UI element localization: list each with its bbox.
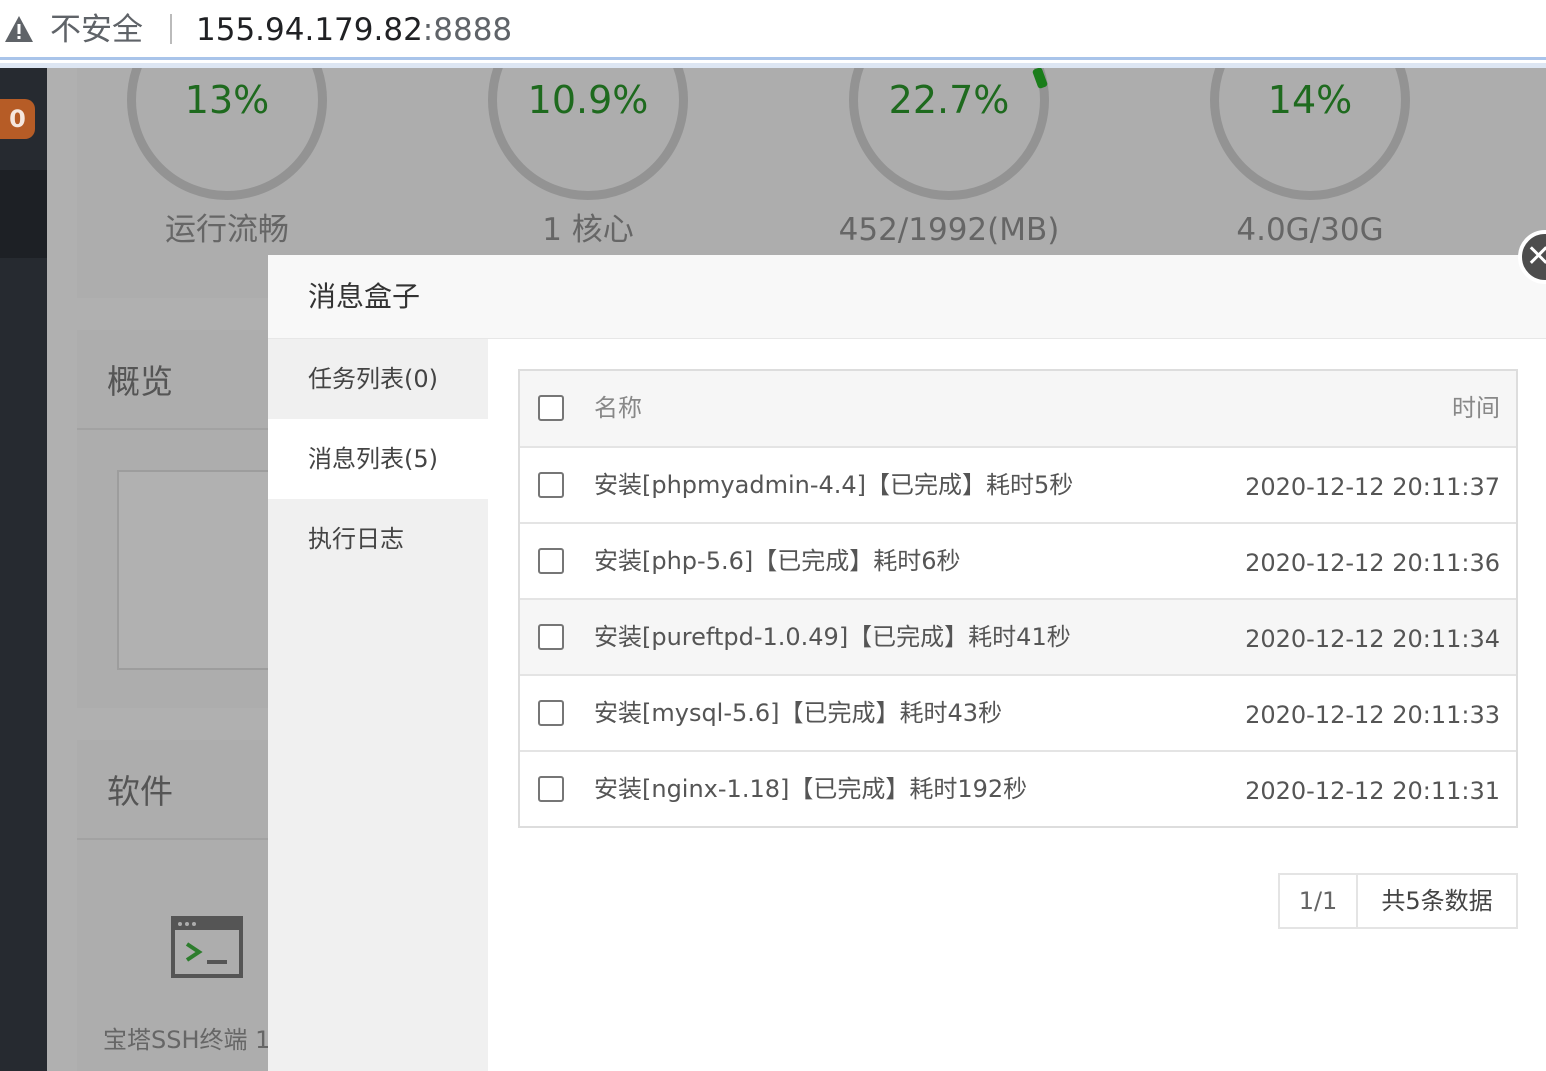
cpu-value: 10.9% [527,78,649,122]
row-name: 安装[mysql-5.6]【已完成】耗时43秒 [594,699,1003,727]
column-header-time[interactable]: 时间 [1452,371,1500,447]
table-row[interactable]: 安装[php-5.6]【已完成】耗时6秒 2020-12-12 20:11:36 [520,522,1516,598]
ssh-terminal-label[interactable]: 宝塔SSH终端 1 [103,1020,270,1055]
close-icon: ✕ [1526,239,1546,274]
url-port: :8888 [422,12,513,48]
message-table: 名称 时间 安装[phpmyadmin-4.4]【已完成】耗时5秒 2020-1… [518,369,1518,828]
pagination: 1/1 共5条数据 [1278,873,1518,929]
row-name: 安装[phpmyadmin-4.4]【已完成】耗时5秒 [594,471,1074,499]
table-header-row: 名称 时间 [520,371,1516,446]
url-text[interactable]: 155.94.179.82:8888 [196,10,512,50]
row-checkbox[interactable] [538,548,564,574]
table-row[interactable]: 安装[phpmyadmin-4.4]【已完成】耗时5秒 2020-12-12 2… [520,446,1516,522]
column-header-name[interactable]: 名称 [594,371,642,447]
row-name: 安装[pureftpd-1.0.49]【已完成】耗时41秒 [594,623,1071,651]
load-value: 13% [184,78,270,122]
disk-value: 14% [1267,78,1353,122]
url-host: 155.94.179.82 [196,12,423,48]
row-name: 安装[nginx-1.18]【已完成】耗时192秒 [594,775,1028,803]
cpu-label: 1 核心 [542,212,634,248]
warning-icon[interactable] [4,14,34,44]
tab-task-list[interactable]: 任务列表(0) [268,339,488,419]
overview-title: 概览 [107,362,173,401]
dialog-nav: 任务列表(0) 消息列表(5) 执行日志 [268,339,488,1071]
tab-execution-log[interactable]: 执行日志 [268,499,488,579]
address-separator [170,14,172,44]
security-label[interactable]: 不安全 [50,10,143,50]
memory-value: 22.7% [888,78,1010,122]
tab-message-list[interactable]: 消息列表(5) [268,419,488,499]
table-row[interactable]: 安装[pureftpd-1.0.49]【已完成】耗时41秒 2020-12-12… [520,598,1516,674]
disk-label: 4.0G/30G [1236,212,1384,248]
row-time: 2020-12-12 20:11:37 [1245,473,1500,501]
page-indicator[interactable]: 1/1 [1280,875,1358,927]
row-checkbox[interactable] [538,472,564,498]
row-time: 2020-12-12 20:11:33 [1245,701,1500,729]
dialog-header: 消息盒子 [268,255,1546,339]
sidebar-active-item[interactable] [0,170,47,258]
table-row[interactable]: 安装[mysql-5.6]【已完成】耗时43秒 2020-12-12 20:11… [520,674,1516,750]
sidebar: 0 [0,68,47,1071]
notification-badge[interactable]: 0 [0,99,35,139]
message-box-dialog: 消息盒子 任务列表(0) 消息列表(5) 执行日志 名称 时间 安装[phpmy… [268,255,1546,1071]
record-count: 共5条数据 [1381,887,1493,915]
software-title: 软件 [107,772,173,811]
row-checkbox[interactable] [538,624,564,650]
table-row[interactable]: 安装[nginx-1.18]【已完成】耗时192秒 2020-12-12 20:… [520,750,1516,826]
load-label: 运行流畅 [165,212,289,248]
terminal-icon[interactable] [171,916,243,978]
row-time: 2020-12-12 20:11:36 [1245,549,1500,577]
row-name: 安装[php-5.6]【已完成】耗时6秒 [594,547,961,575]
dialog-title: 消息盒子 [308,280,421,313]
row-time: 2020-12-12 20:11:31 [1245,777,1500,805]
row-checkbox[interactable] [538,700,564,726]
memory-label: 452/1992(MB) [838,212,1060,248]
address-bar[interactable]: 不安全 155.94.179.82:8888 [0,0,1546,60]
select-all-checkbox[interactable] [538,395,564,421]
row-checkbox[interactable] [538,776,564,802]
row-time: 2020-12-12 20:11:34 [1245,625,1500,653]
